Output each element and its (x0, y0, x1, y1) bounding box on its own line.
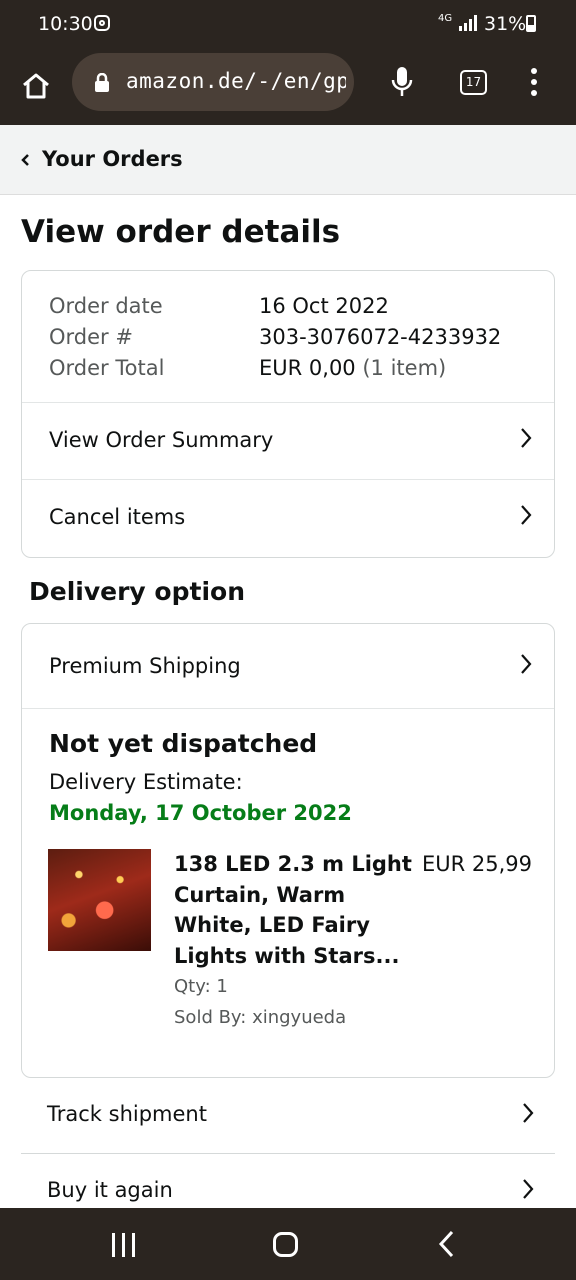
recent-apps-icon[interactable] (112, 1233, 135, 1257)
lock-icon (94, 72, 110, 97)
product-image[interactable] (48, 849, 151, 951)
divider (22, 708, 554, 709)
order-info: Order date 16 Oct 2022 Order # 303-30760… (49, 291, 501, 384)
delivery-card: Premium Shipping Not yet dispatched Deli… (21, 623, 555, 1078)
battery-percent: 31% (484, 13, 527, 35)
product-seller: Sold By: xingyueda (174, 1007, 347, 1028)
status-bar: 10:30 4G 31% (0, 0, 576, 50)
shipment-status: Not yet dispatched (49, 729, 318, 758)
product-quantity: Qty: 1 (174, 976, 228, 997)
order-info-card: Order date 16 Oct 2022 Order # 303-30760… (21, 270, 555, 558)
url-bar[interactable]: amazon.de/-/en/gp/ (72, 53, 354, 111)
delivery-estimate-label: Delivery Estimate: (49, 770, 243, 794)
order-date-value: 16 Oct 2022 (259, 294, 389, 318)
network-type: 4G (438, 13, 453, 24)
product-price: EUR 25,99 (422, 852, 533, 876)
breadcrumb-label: Your Orders (42, 147, 183, 171)
signal-icon (459, 15, 477, 31)
battery-icon (526, 15, 536, 32)
order-number-row: Order # 303-3076072-4233932 (49, 322, 501, 353)
home-button-icon[interactable] (273, 1232, 298, 1257)
back-icon[interactable] (437, 1230, 455, 1262)
status-time: 10:30 (38, 13, 93, 35)
home-icon[interactable] (16, 66, 56, 106)
browser-toolbar: amazon.de/-/en/gp/ 17 (0, 50, 576, 125)
system-nav-bar (0, 1208, 576, 1280)
breadcrumb[interactable]: Your Orders (0, 125, 576, 195)
page-title: View order details (21, 214, 341, 250)
chevron-right-icon (520, 504, 532, 530)
order-total-amount: EUR 0,00 (259, 356, 356, 380)
instagram-icon (94, 15, 110, 31)
order-number-label: Order # (49, 325, 133, 349)
order-number-value: 303-3076072-4233932 (259, 325, 502, 349)
order-total-value: EUR 0,00 (1 item) (259, 353, 446, 384)
delivery-estimate-date: Monday, 17 October 2022 (49, 801, 352, 825)
more-icon[interactable] (522, 64, 546, 100)
view-order-summary-link[interactable]: View Order Summary (22, 402, 554, 478)
order-item-count: (1 item) (362, 356, 447, 380)
buy-it-again-label: Buy it again (47, 1178, 173, 1202)
chevron-left-icon (20, 152, 30, 171)
chevron-right-icon (522, 1102, 534, 1128)
order-total-label: Order Total (49, 356, 165, 380)
cancel-items-label: Cancel items (49, 505, 186, 529)
track-shipment-button[interactable]: Track shipment (21, 1078, 555, 1154)
view-order-summary-label: View Order Summary (49, 428, 274, 452)
order-date-label: Order date (49, 294, 163, 318)
track-shipment-label: Track shipment (47, 1102, 207, 1126)
shipping-option-label: Premium Shipping (49, 654, 241, 678)
tabs-icon[interactable]: 17 (460, 70, 487, 95)
delivery-section-title: Delivery option (29, 577, 245, 606)
chevron-right-icon (520, 653, 532, 679)
premium-shipping-link[interactable]: Premium Shipping (22, 628, 554, 704)
mic-icon[interactable] (384, 62, 420, 102)
chevron-right-icon (522, 1178, 534, 1204)
product-title[interactable]: 138 LED 2.3 m Light Curtain, Warm White,… (174, 849, 414, 971)
order-total-row: Order Total EUR 0,00 (1 item) (49, 353, 501, 384)
cancel-items-link[interactable]: Cancel items (22, 479, 554, 555)
order-date-row: Order date 16 Oct 2022 (49, 291, 501, 322)
url-text: amazon.de/-/en/gp/ (126, 69, 346, 93)
chevron-right-icon (520, 427, 532, 453)
